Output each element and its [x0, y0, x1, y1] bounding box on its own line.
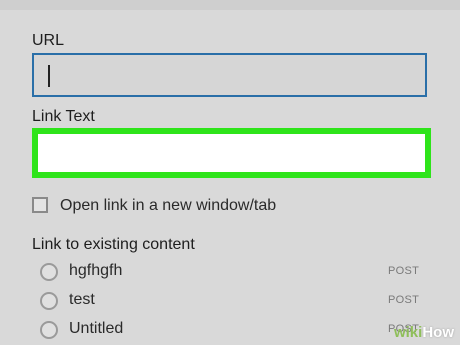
content-item-type: POST	[388, 294, 420, 306]
radio-button[interactable]	[40, 321, 58, 339]
dialog-top-edge	[0, 0, 460, 10]
content-list-item[interactable]: Untitled POST	[0, 316, 460, 344]
url-label: URL	[32, 32, 65, 49]
radio-button[interactable]	[40, 292, 58, 310]
link-text-label: Link Text	[32, 108, 95, 125]
watermark-wiki: wiki	[393, 324, 423, 341]
link-text-input[interactable]	[32, 128, 431, 178]
text-caret	[48, 65, 50, 87]
content-item-type: POST	[388, 265, 420, 277]
content-list-item[interactable]: hgfhgfh POST	[0, 258, 460, 286]
open-new-tab-checkbox[interactable]	[32, 197, 48, 213]
content-item-title[interactable]: Untitled	[69, 320, 123, 338]
wikihow-watermark: wikiHow	[394, 324, 454, 341]
watermark-how: How	[422, 324, 454, 341]
radio-button[interactable]	[40, 263, 58, 281]
content-list-item[interactable]: test POST	[0, 287, 460, 315]
content-item-title[interactable]: hgfhgfh	[69, 262, 122, 280]
existing-content-title: Link to existing content	[32, 236, 195, 253]
content-item-title[interactable]: test	[69, 291, 95, 309]
url-input[interactable]	[32, 53, 427, 97]
open-new-tab-label[interactable]: Open link in a new window/tab	[60, 197, 276, 215]
